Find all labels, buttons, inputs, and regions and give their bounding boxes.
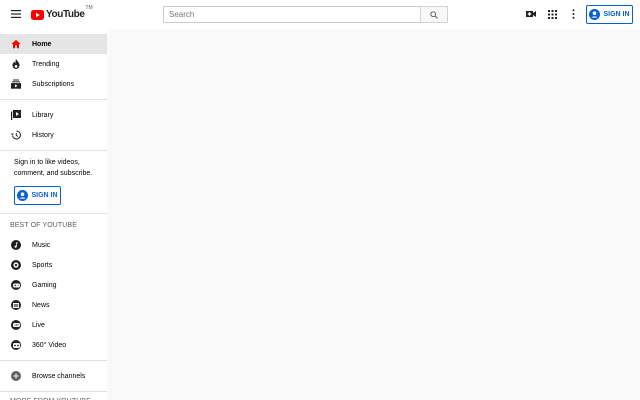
divider (0, 150, 107, 151)
sidebar: Home Trending Subscriptions Library Hist… (0, 29, 107, 400)
sidebar-item-360-video[interactable]: 360° Video (0, 335, 107, 355)
sign-in-prompt: Sign in to like videos, comment, and sub… (14, 159, 93, 177)
sidebar-item-label: Live (32, 321, 45, 329)
sports-icon (11, 260, 21, 270)
youtube-logo[interactable]: YouTube TM (31, 5, 93, 22)
home-icon (11, 39, 21, 49)
apps-grid-icon[interactable] (546, 8, 558, 20)
subscriptions-icon (11, 79, 21, 89)
sidebar-item-label: Subscriptions (32, 80, 75, 88)
sidebar-item-music[interactable]: Music (0, 235, 107, 255)
sidebar-item-news[interactable]: News (0, 295, 107, 315)
history-icon (11, 130, 21, 140)
more-from-youtube-heading: MORE FROM YOUTUBE (0, 392, 107, 400)
sidebar-item-label: Browse channels (32, 372, 86, 380)
sidebar-item-browse-channels[interactable]: Browse channels (0, 366, 107, 386)
main-content (107, 29, 640, 400)
search-icon (430, 10, 438, 19)
sidebar-item-live[interactable]: Live (0, 315, 107, 335)
sidebar-item-history[interactable]: History (0, 125, 107, 145)
sidebar-item-label: Trending (32, 60, 60, 68)
flame-icon (11, 59, 21, 69)
sidebar-item-gaming[interactable]: Gaming (0, 275, 107, 295)
search-input[interactable] (163, 6, 420, 23)
music-icon (11, 240, 21, 250)
account-icon (17, 190, 29, 201)
sidebar-item-label: Library (32, 111, 54, 119)
sidebar-item-home[interactable]: Home (0, 34, 107, 54)
search-button[interactable] (420, 6, 448, 23)
sidebar-item-label: News (32, 301, 50, 309)
360-video-icon (11, 340, 21, 350)
masthead: YouTube TM SIGN IN (0, 0, 640, 29)
sidebar-item-library[interactable]: Library (0, 105, 107, 125)
sidebar-item-trending[interactable]: Trending (0, 54, 107, 74)
sign-in-button[interactable]: SIGN IN (586, 5, 633, 24)
sidebar-item-label: Home (32, 40, 52, 48)
sign-in-label: SIGN IN (603, 11, 630, 18)
sidebar-item-sports[interactable]: Sports (0, 255, 107, 275)
add-circle-icon (11, 371, 21, 381)
news-icon (11, 300, 21, 310)
sidebar-item-label: Music (32, 241, 51, 249)
library-icon (11, 110, 21, 120)
sidebar-item-label: History (32, 131, 54, 139)
sidebar-sign-in-button[interactable]: SIGN IN (14, 186, 61, 205)
logo-text: YouTube (46, 9, 85, 20)
best-of-youtube-heading: BEST OF YOUTUBE (10, 221, 77, 229)
search-box (163, 6, 448, 23)
sidebar-item-label: Gaming (32, 281, 57, 289)
more-vert-icon[interactable] (567, 8, 579, 20)
account-icon (589, 9, 601, 20)
create-video-icon[interactable] (525, 8, 537, 20)
sign-in-label: SIGN IN (31, 192, 58, 199)
logo-trademark: TM (85, 5, 93, 11)
sidebar-item-label: 360° Video (32, 341, 67, 349)
gaming-icon (11, 280, 21, 290)
youtube-logo-icon (31, 9, 44, 20)
live-icon (11, 320, 21, 330)
menu-icon[interactable] (8, 6, 24, 22)
sidebar-item-label: Sports (32, 261, 53, 269)
sidebar-item-subscriptions[interactable]: Subscriptions (0, 74, 107, 94)
